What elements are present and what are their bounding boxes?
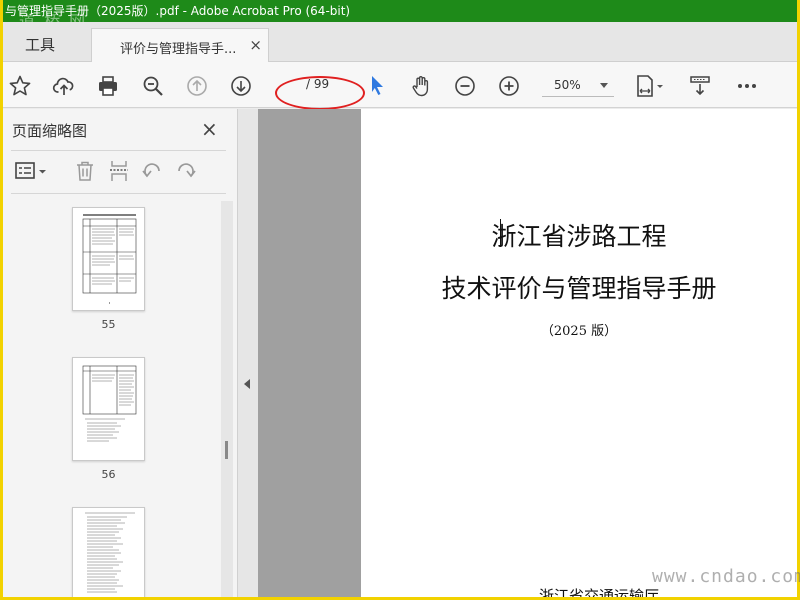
red-annotation-ellipse <box>275 76 365 110</box>
scrollbar-grip[interactable] <box>225 441 228 459</box>
panel-splitter[interactable] <box>238 109 258 597</box>
thumbnail-options-icon[interactable] <box>13 159 49 183</box>
rotate-cw-icon[interactable] <box>174 159 198 183</box>
page-down-icon[interactable] <box>228 73 254 99</box>
zoom-search-icon[interactable] <box>140 73 166 99</box>
rotate-ccw-icon[interactable] <box>140 159 164 183</box>
insert-page-icon[interactable] <box>107 159 131 183</box>
star-icon[interactable] <box>7 73 33 99</box>
window-title: 与管理指导手册（2025版）.pdf - Adobe Acrobat Pro (… <box>5 4 351 18</box>
thumbnail-page[interactable] <box>72 357 145 461</box>
document-view[interactable]: 浙江省涉路工程 技术评价与管理指导手册 （2025 版） 浙江省交通运输厅 <box>258 109 797 597</box>
tab-document-label: 评价与管理指导手... <box>120 42 237 57</box>
tab-document[interactable]: 评价与管理指导手... × <box>91 28 269 63</box>
page-up-icon[interactable] <box>184 73 210 99</box>
panel-toolbar <box>3 157 238 187</box>
document-edition: （2025 版） <box>540 324 618 339</box>
thumbnail-panel: 页面缩略图 × 55 56 <box>3 109 238 597</box>
divider <box>11 150 226 151</box>
tab-bar: 工具 评价与管理指导手... × <box>3 22 797 63</box>
print-icon[interactable] <box>95 73 121 99</box>
trash-icon[interactable] <box>73 159 97 183</box>
panel-close-button[interactable]: × <box>201 117 218 141</box>
panel-title: 页面缩略图 <box>12 122 88 140</box>
zoom-out-icon[interactable] <box>452 73 478 99</box>
page-fit-icon[interactable] <box>631 73 667 99</box>
document-title-line1: 浙江省涉路工程 <box>491 222 667 251</box>
zoom-select[interactable]: 50% <box>542 75 614 97</box>
chevron-down-icon <box>600 83 608 88</box>
tab-close-button[interactable]: × <box>249 36 262 54</box>
scroll-mode-icon[interactable] <box>687 73 713 99</box>
upload-icon[interactable] <box>51 73 77 99</box>
hand-icon[interactable] <box>408 73 434 99</box>
document-issuer: 浙江省交通运输厅 <box>539 587 660 597</box>
select-arrow-icon[interactable] <box>365 73 391 99</box>
thumbnail-label: 56 <box>101 468 116 481</box>
divider <box>11 193 226 194</box>
tab-tools[interactable]: 工具 <box>25 34 55 55</box>
more-icon[interactable] <box>734 73 760 99</box>
title-bar: 与管理指导手册（2025版）.pdf - Adobe Acrobat Pro (… <box>3 0 797 22</box>
watermark-bottom: www.cndao.com <box>652 566 800 587</box>
thumbnail-list: 55 56 <box>3 197 218 597</box>
toolbar: / 99 50% <box>3 62 797 110</box>
pdf-page[interactable]: 浙江省涉路工程 技术评价与管理指导手册 （2025 版） 浙江省交通运输厅 <box>361 109 797 597</box>
thumbnail-label: 55 <box>101 318 116 331</box>
zoom-value: 50% <box>554 78 581 92</box>
collapse-panel-arrow-icon[interactable] <box>244 379 250 389</box>
thumbnail-page[interactable] <box>72 207 145 311</box>
zoom-in-icon[interactable] <box>496 73 522 99</box>
thumbnail-scrollbar[interactable] <box>221 201 233 597</box>
acrobat-window: 与管理指导手册（2025版）.pdf - Adobe Acrobat Pro (… <box>3 0 797 597</box>
document-title-line2: 技术评价与管理指导手册 <box>441 274 717 303</box>
thumbnail-page[interactable] <box>72 507 145 597</box>
